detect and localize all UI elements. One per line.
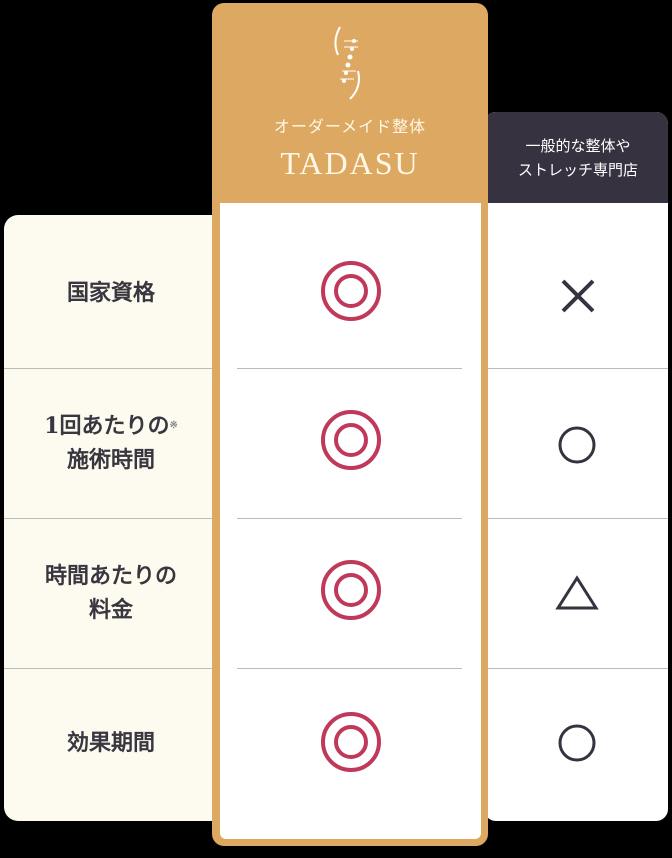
- row-label: 時間あたりの 料金: [4, 518, 218, 668]
- note-mark: ※: [169, 420, 178, 431]
- label: 効果期間: [66, 730, 155, 756]
- other-title: ストレッチ専門店: [517, 160, 638, 179]
- row-label: 国家資格: [4, 218, 218, 368]
- divider: [237, 518, 462, 519]
- triangle-icon: [555, 575, 599, 610]
- spine-logo-icon: [334, 26, 360, 100]
- cross-icon: [561, 279, 595, 313]
- double-circle-icon: [321, 410, 381, 470]
- other-title: 一般的な整体や: [525, 136, 631, 155]
- divider: [4, 518, 218, 519]
- tadasu-body: [220, 203, 481, 839]
- divider: [484, 518, 668, 519]
- divider: [237, 368, 462, 369]
- tadasu-subtitle: オーダーメイド整体: [273, 117, 427, 136]
- divider: [484, 668, 668, 669]
- label: 料金: [88, 597, 133, 623]
- divider: [237, 668, 462, 669]
- divider: [484, 368, 668, 369]
- other-header: 一般的な整体や ストレッチ専門店: [484, 112, 668, 203]
- double-circle-icon: [321, 261, 381, 321]
- circle-icon: [558, 724, 596, 762]
- double-circle-icon: [321, 560, 381, 620]
- row-label: 効果期間: [4, 668, 218, 818]
- label: 時間あたりの: [44, 563, 177, 589]
- other-column: 一般的な整体や ストレッチ専門店: [484, 112, 668, 821]
- label: 国家資格: [66, 280, 155, 306]
- criteria-column: 国家資格 1回あたりの※ 施術時間 時間あたりの 料金 効果期間: [4, 215, 218, 821]
- double-circle-icon: [321, 712, 381, 772]
- tadasu-header: オーダーメイド整体 TADASU: [212, 3, 488, 203]
- label: 1回あたりの: [44, 413, 170, 439]
- divider: [4, 368, 218, 369]
- tadasu-column: オーダーメイド整体 TADASU: [212, 3, 488, 846]
- divider: [4, 668, 218, 669]
- row-label: 1回あたりの※ 施術時間: [4, 368, 218, 518]
- label: 施術時間: [66, 447, 155, 473]
- circle-icon: [558, 426, 596, 464]
- tadasu-brand: TADASU: [280, 145, 420, 181]
